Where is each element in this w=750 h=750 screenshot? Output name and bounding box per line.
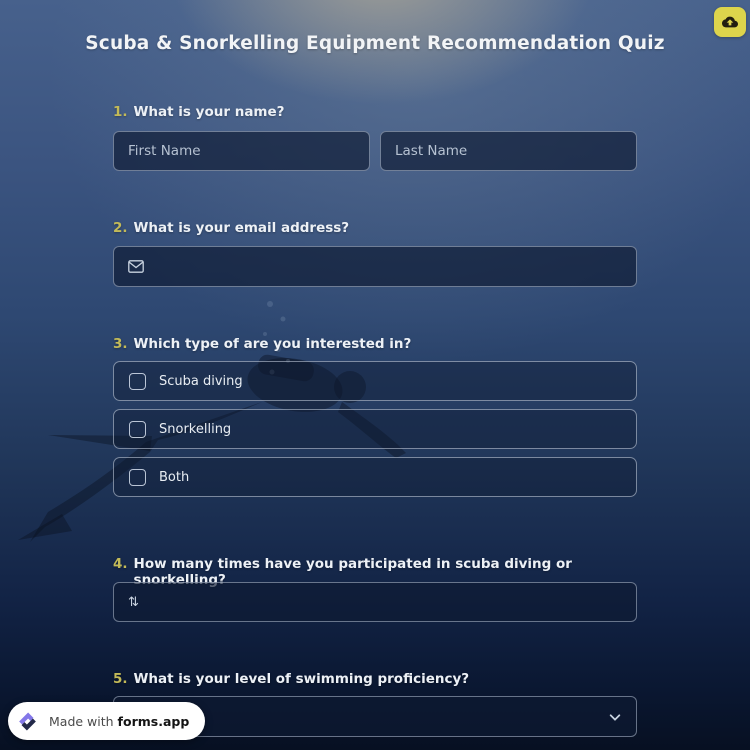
- question-number: 5.: [113, 671, 128, 687]
- cloud-upload-icon: [722, 14, 738, 30]
- brand-text: forms.app: [118, 714, 190, 729]
- question-text: What is your email address?: [134, 220, 350, 236]
- checkbox-option-scuba-diving[interactable]: Scuba diving: [113, 361, 637, 401]
- question-5-label: 5. What is your level of swimming profic…: [113, 671, 637, 687]
- made-with-badge[interactable]: Made with forms.app: [8, 702, 205, 740]
- option-label: Snorkelling: [159, 422, 231, 437]
- question-number: 4.: [113, 556, 128, 572]
- page-title: Scuba & Snorkelling Equipment Recommenda…: [0, 33, 750, 54]
- question-text: What is your name?: [134, 104, 285, 120]
- quiz-page: Scuba & Snorkelling Equipment Recommenda…: [0, 0, 750, 750]
- made-with-text: Made with: [49, 714, 118, 729]
- checkbox[interactable]: [129, 469, 146, 486]
- checkbox-option-both[interactable]: Both: [113, 457, 637, 497]
- chevron-down-icon: [608, 710, 622, 724]
- checkbox[interactable]: [129, 421, 146, 438]
- checkbox-option-snorkelling[interactable]: Snorkelling: [113, 409, 637, 449]
- question-2-label: 2. What is your email address?: [113, 220, 637, 236]
- up-down-arrows-icon: ⇅: [128, 596, 139, 609]
- checkbox[interactable]: [129, 373, 146, 390]
- option-label: Both: [159, 470, 189, 485]
- formsapp-logo-icon: [14, 708, 41, 735]
- question-number: 2.: [113, 220, 128, 236]
- question-text: Which type of are you interested in?: [134, 336, 412, 352]
- first-name-input[interactable]: [113, 131, 370, 171]
- email-input[interactable]: [113, 246, 637, 287]
- question-1-label: 1. What is your name?: [113, 104, 637, 120]
- save-button[interactable]: [714, 7, 746, 37]
- option-label: Scuba diving: [159, 374, 243, 389]
- question-3-label: 3. Which type of are you interested in?: [113, 336, 637, 352]
- question-number: 1.: [113, 104, 128, 120]
- question-text: What is your level of swimming proficien…: [134, 671, 470, 687]
- badge-text: Made with forms.app: [49, 714, 189, 729]
- envelope-icon: [128, 260, 144, 273]
- number-input[interactable]: ⇅: [113, 582, 637, 622]
- question-number: 3.: [113, 336, 128, 352]
- last-name-input[interactable]: [380, 131, 637, 171]
